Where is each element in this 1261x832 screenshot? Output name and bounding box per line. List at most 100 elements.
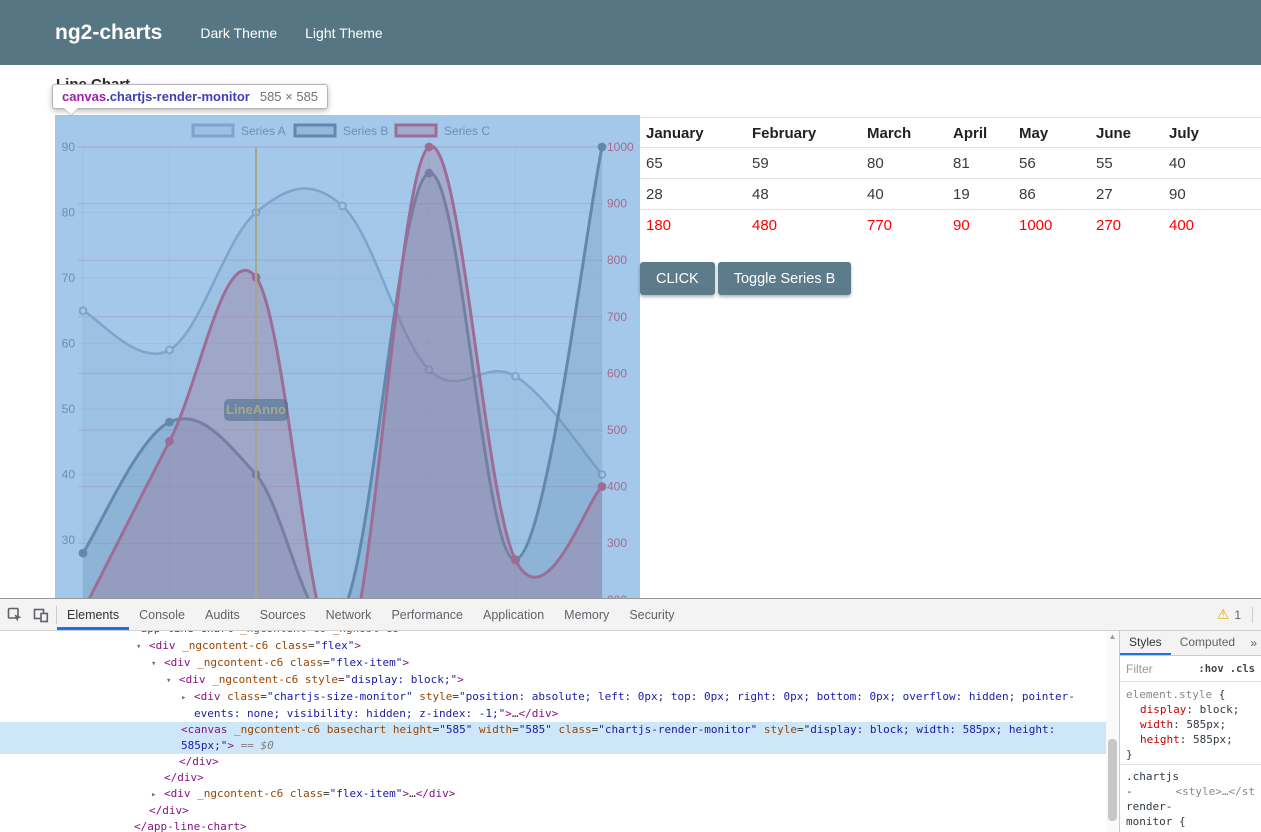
- dom-node[interactable]: </div>: [0, 754, 1106, 770]
- dom-node[interactable]: ▾<div _ngcontent-c6 class="flex">: [0, 638, 1106, 655]
- svg-text:1000: 1000: [607, 140, 634, 154]
- styles-pane: Styles Computed » Filter :hov .cls eleme…: [1119, 631, 1261, 832]
- dom-node[interactable]: </div>: [0, 770, 1106, 786]
- table-cell: 1000: [1013, 210, 1090, 241]
- svg-text:Series A: Series A: [241, 124, 286, 138]
- table-cell: 90: [1163, 179, 1261, 210]
- svg-text:50: 50: [62, 402, 76, 416]
- table-header-cell: April: [947, 117, 1013, 148]
- warning-count: 1: [1234, 608, 1241, 622]
- styles-rules: element.style { display: block;width: 58…: [1120, 683, 1261, 832]
- devtools-tab-application[interactable]: Application: [473, 599, 554, 630]
- svg-text:40: 40: [62, 468, 76, 482]
- rule-close-brace: }: [1126, 747, 1255, 762]
- tab-computed[interactable]: Computed: [1171, 631, 1244, 655]
- table-cell: 770: [861, 210, 947, 241]
- tab-styles[interactable]: Styles: [1120, 631, 1171, 655]
- table-header-cell: July: [1163, 117, 1261, 148]
- elements-dom-tree: ▸<app-line-chart _ngcontent-c6 _nghost-c…: [0, 631, 1106, 832]
- toggle-device-toolbar-icon[interactable]: [32, 606, 50, 624]
- table-cell: 19: [947, 179, 1013, 210]
- devtools-tab-sources[interactable]: Sources: [250, 599, 316, 630]
- devtools-tab-audits[interactable]: Audits: [195, 599, 250, 630]
- app-root: ng2-charts Dark Theme Light Theme Line C…: [0, 0, 1261, 832]
- table-cell: 55: [1090, 148, 1163, 179]
- warning-icon: ⚠: [1217, 606, 1230, 623]
- expander-arrow-icon[interactable]: ▾: [166, 673, 179, 689]
- expander-arrow-icon[interactable]: ▾: [136, 639, 149, 655]
- scrollbar-thumb[interactable]: [1108, 739, 1117, 821]
- inspect-element-icon[interactable]: [6, 606, 24, 624]
- table-header-cell: March: [861, 117, 947, 148]
- svg-text:Series C: Series C: [444, 124, 490, 138]
- devtools-tab-memory[interactable]: Memory: [554, 599, 619, 630]
- toggle-series-b-button[interactable]: Toggle Series B: [718, 262, 852, 295]
- svg-text:30: 30: [62, 533, 76, 547]
- pseudo-state-toggle[interactable]: :hov: [1198, 663, 1223, 675]
- table-cell: 180: [640, 210, 746, 241]
- devtools-toolbar-icons: [0, 599, 56, 630]
- table-cell: 86: [1013, 179, 1090, 210]
- table-cell: 28: [640, 179, 746, 210]
- dom-node[interactable]: </div>: [0, 803, 1106, 819]
- table-cell: 40: [1163, 148, 1261, 179]
- dom-node[interactable]: ▾<div _ngcontent-c6 style="display: bloc…: [0, 672, 1106, 689]
- svg-text:60: 60: [62, 337, 76, 351]
- dom-node[interactable]: </app-line-chart>: [0, 819, 1106, 832]
- table-cell: 65: [640, 148, 746, 179]
- expander-arrow-icon[interactable]: ▾: [151, 656, 164, 672]
- rule-properties: display: block;width: 585px;height: 585p…: [1126, 702, 1255, 747]
- dom-node[interactable]: ▾<div _ngcontent-c6 class="flex-item">: [0, 655, 1106, 672]
- svg-text:800: 800: [607, 253, 627, 267]
- css-property[interactable]: width: 585px;: [1126, 717, 1255, 732]
- month-data-table: JanuaryFebruaryMarchAprilMayJuneJuly6559…: [640, 117, 1261, 241]
- table-header-cell: June: [1090, 117, 1163, 148]
- rule2-selector-line1: .chartjs: [1126, 770, 1179, 783]
- table-header-cell: February: [746, 117, 861, 148]
- rule2-source-link[interactable]: <style>…</st: [1176, 784, 1255, 799]
- dom-node[interactable]: ▸<app-line-chart _ngcontent-c6 _nghost-c…: [0, 631, 1106, 638]
- svg-text:80: 80: [62, 206, 76, 220]
- table-cell: 480: [746, 210, 861, 241]
- table-cell: 400: [1163, 210, 1261, 241]
- expander-arrow-icon[interactable]: ▸: [121, 631, 134, 638]
- devtools-tab-security[interactable]: Security: [619, 599, 684, 630]
- table-cell: 90: [947, 210, 1013, 241]
- nav-dark-theme[interactable]: Dark Theme: [186, 19, 291, 47]
- table-cell: 81: [947, 148, 1013, 179]
- dom-node-selected[interactable]: <canvas _ngcontent-c6 basechart height="…: [0, 722, 1106, 754]
- styles-filter-input[interactable]: Filter: [1126, 662, 1192, 676]
- svg-text:300: 300: [607, 536, 627, 550]
- expander-arrow-icon[interactable]: ▸: [151, 787, 164, 803]
- dom-node[interactable]: ▸<div class="chartjs-size-monitor" style…: [0, 689, 1106, 722]
- css-property[interactable]: display: block;: [1126, 702, 1255, 717]
- devtools-tabbar: ElementsConsoleAuditsSourcesNetworkPerfo…: [0, 599, 1261, 631]
- element-classes-toggle[interactable]: .cls: [1230, 663, 1255, 675]
- devtools-tab-performance[interactable]: Performance: [381, 599, 473, 630]
- devtools-tab-console[interactable]: Console: [129, 599, 195, 630]
- app-header: ng2-charts Dark Theme Light Theme: [0, 0, 1261, 65]
- svg-text:400: 400: [607, 480, 627, 494]
- chartjs-render-monitor-rule[interactable]: .chartjs<style>…</st -render- monitor { …: [1120, 765, 1261, 832]
- expander-arrow-icon[interactable]: ▸: [181, 690, 194, 706]
- devtools-tab-network[interactable]: Network: [316, 599, 382, 630]
- styles-pane-tabs: Styles Computed »: [1120, 631, 1261, 656]
- svg-text:900: 900: [607, 197, 627, 211]
- action-buttons: CLICK Toggle Series B: [640, 262, 851, 295]
- table-cell: 48: [746, 179, 861, 210]
- element-style-rule[interactable]: element.style { display: block;width: 58…: [1120, 683, 1261, 764]
- more-tabs-icon[interactable]: »: [1246, 631, 1261, 655]
- warning-indicator[interactable]: ⚠ 1: [1217, 599, 1261, 630]
- table-cell: 27: [1090, 179, 1163, 210]
- svg-text:LineAnno: LineAnno: [226, 402, 286, 417]
- nav-light-theme[interactable]: Light Theme: [291, 19, 397, 47]
- devtools-body: ▸<app-line-chart _ngcontent-c6 _nghost-c…: [0, 631, 1261, 832]
- scroll-up-icon[interactable]: ▲: [1106, 631, 1119, 643]
- css-property[interactable]: height: 585px;: [1126, 732, 1255, 747]
- devtools-tab-elements[interactable]: Elements: [57, 599, 129, 630]
- click-button[interactable]: CLICK: [640, 262, 715, 295]
- elements-scrollbar[interactable]: ▲: [1106, 631, 1119, 832]
- tooltip-dimensions: 585 × 585: [260, 89, 318, 104]
- dom-node[interactable]: ▸<div _ngcontent-c6 class="flex-item">…<…: [0, 786, 1106, 803]
- svg-text:70: 70: [62, 271, 76, 285]
